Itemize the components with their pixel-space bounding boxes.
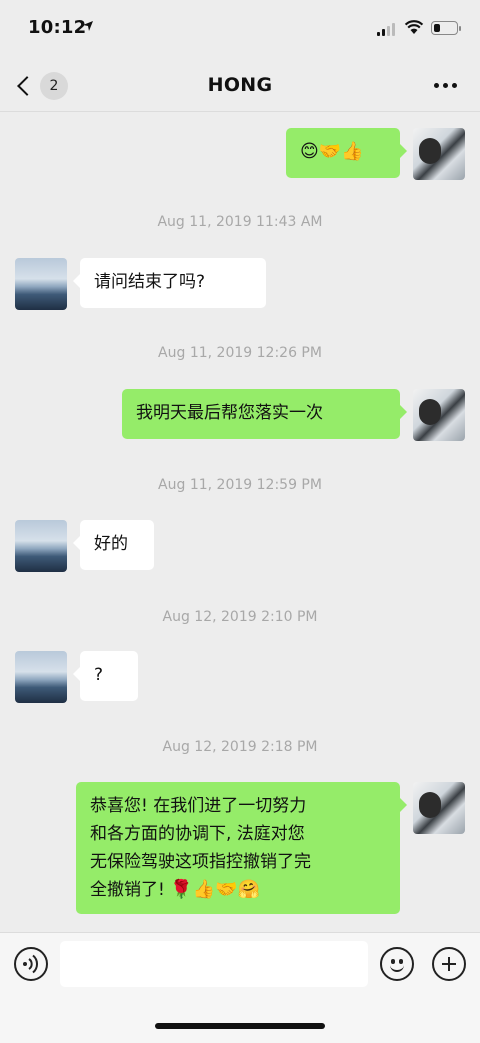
voice-input-icon[interactable] [14,947,48,981]
my-avatar[interactable] [413,782,465,834]
cellular-signal-icon [377,22,397,36]
emoji-icon: 🌹 [170,879,193,900]
status-time: 10:12 [28,17,87,38]
battery-level [433,23,440,32]
message-text-line: 和各方面的协调下, 法庭对您 [90,824,305,844]
message-text-line: 全撤销了! [90,880,171,900]
message-text: 我明天最后帮您落实一次 [136,403,323,423]
incoming-message: 请问结束了吗? [0,258,480,312]
emoji-icon: 👍 [192,879,216,900]
contact-avatar[interactable] [15,520,67,572]
message-text-line: 恭喜您! 在我们进了一切努力 [90,796,307,816]
message-timestamp: Aug 11, 2019 12:59 PM [158,477,322,493]
message-text: 请问结束了吗? [94,272,206,292]
message-bubble[interactable]: 请问结束了吗? [73,258,266,308]
incoming-message: ? [0,651,480,705]
chat-title: HONG [207,74,273,96]
location-arrow-icon [83,21,93,31]
message-input[interactable] [60,941,368,987]
status-bar: 10:12 [0,0,480,60]
add-more-icon[interactable] [432,947,466,981]
message-bubble[interactable]: 恭喜您! 在我们进了一切努力 和各方面的协调下, 法庭对您 无保险驾驶这项指控撤销了… [76,782,407,914]
home-indicator[interactable] [155,1023,325,1029]
outgoing-message: 我明天最后帮您落实一次 [0,389,480,443]
incoming-message: 好的 [0,520,480,574]
my-avatar[interactable] [413,389,465,441]
more-options-icon[interactable] [432,83,460,89]
message-text: ? [94,665,104,685]
emoji-icon: 👍 [341,141,364,162]
emoji-icon: 🤝 [318,141,342,162]
message-timestamp: Aug 12, 2019 2:18 PM [162,739,318,755]
message-timestamp: Aug 11, 2019 11:43 AM [157,214,323,230]
message-bubble[interactable]: 😊🤝👍 [286,128,407,178]
emoji-icon: 🤗 [237,879,260,900]
message-timestamp: Aug 11, 2019 12:26 PM [158,345,322,361]
emoji-icon: 🤝 [215,879,238,900]
message-bubble[interactable]: ? [73,651,138,701]
message-bubble[interactable]: 我明天最后帮您落实一次 [122,389,407,439]
wifi-icon [404,20,424,34]
message-text-line: 无保险驾驶这项指控撤销了完 [90,852,311,872]
outgoing-message: 恭喜您! 在我们进了一切努力 和各方面的协调下, 法庭对您 无保险驾驶这项指控撤销了… [0,782,480,918]
battery-icon [431,21,461,35]
contact-avatar[interactable] [15,258,67,310]
emoji-icon: 😊 [300,141,319,162]
input-bar [0,932,480,1043]
nav-bar: 2 HONG [0,60,480,112]
emoji-icon[interactable] [380,947,414,981]
message-text: 好的 [94,534,128,554]
outgoing-message: 😊🤝👍 [0,128,480,182]
contact-avatar[interactable] [15,651,67,703]
my-avatar[interactable] [413,128,465,180]
message-list[interactable]: 😊🤝👍 Aug 11, 2019 11:43 AM 请问结束了吗? Aug 11, 2… [0,112,480,932]
message-timestamp: Aug 12, 2019 2:10 PM [162,609,318,625]
message-bubble[interactable]: 好的 [73,520,154,570]
